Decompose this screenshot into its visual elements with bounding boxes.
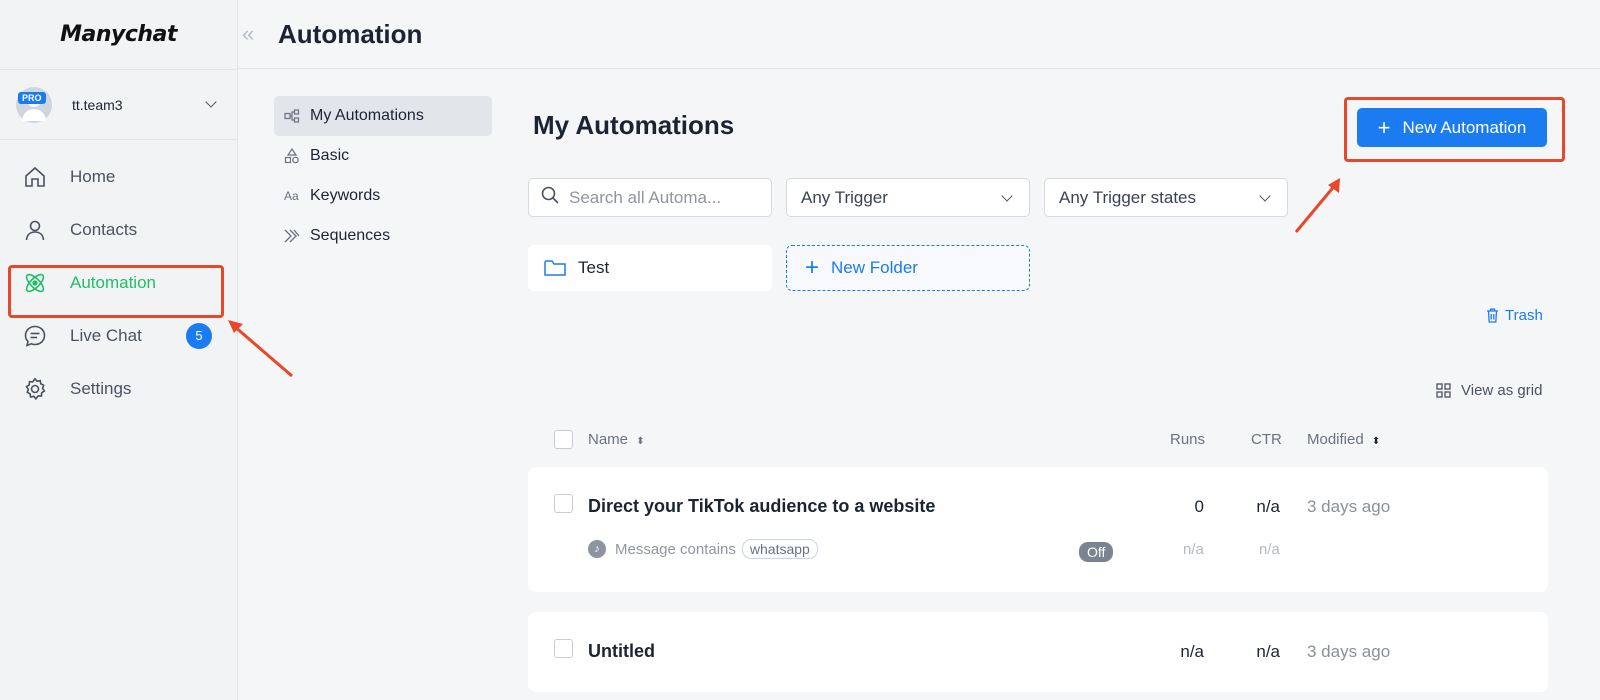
trigger-text: Message contains bbox=[615, 540, 736, 558]
trigger-states-filter-select[interactable]: Any Trigger states bbox=[1044, 178, 1288, 217]
automation-icon bbox=[22, 270, 48, 296]
subnav-item-my-automations[interactable]: My Automations bbox=[274, 96, 492, 136]
subnav-item-basic[interactable]: Basic bbox=[274, 136, 492, 176]
collapse-sidebar-icon[interactable]: « bbox=[242, 21, 264, 47]
manychat-logo[interactable]: Manychat bbox=[0, 0, 237, 70]
automation-name[interactable]: Direct your TikTok audience to a website bbox=[588, 496, 935, 517]
section-title: My Automations bbox=[533, 110, 735, 140]
column-ctr-header: CTR bbox=[1251, 431, 1282, 448]
unread-count-badge: 5 bbox=[186, 322, 212, 349]
account-name: tt.team3 bbox=[72, 96, 123, 113]
trash-label: Trash bbox=[1505, 307, 1543, 324]
nav-label: Home bbox=[70, 166, 116, 186]
sub-runs-value: n/a bbox=[1183, 541, 1204, 558]
home-icon bbox=[22, 164, 48, 190]
nav-item-settings[interactable]: Settings bbox=[0, 362, 237, 415]
page-title: Automation bbox=[278, 18, 423, 49]
grid-icon bbox=[1436, 383, 1451, 398]
account-switcher[interactable]: PRO tt.team3 bbox=[0, 70, 237, 140]
view-as-grid-toggle[interactable]: View as grid bbox=[1436, 382, 1542, 399]
trash-link[interactable]: Trash bbox=[1486, 307, 1543, 324]
sequence-icon bbox=[284, 229, 300, 243]
row-checkbox[interactable] bbox=[554, 494, 573, 513]
plus-icon: + bbox=[805, 254, 820, 281]
ctr-value: n/a bbox=[1256, 497, 1280, 516]
nav-label: Automation bbox=[70, 272, 156, 292]
modified-value: 3 days ago bbox=[1307, 642, 1391, 661]
view-as-grid-label: View as grid bbox=[1461, 382, 1543, 399]
new-automation-button[interactable]: + New Automation bbox=[1357, 108, 1547, 147]
select-all-checkbox[interactable] bbox=[554, 430, 573, 449]
keyword-tag: whatsapp bbox=[741, 539, 818, 559]
sub-ctr-value: n/a bbox=[1259, 541, 1280, 558]
automation-name[interactable]: Untitled bbox=[588, 641, 655, 662]
column-label: Modified bbox=[1307, 431, 1364, 448]
subnav-label: Sequences bbox=[310, 227, 391, 244]
nav-label: Settings bbox=[70, 378, 132, 398]
trigger-states-filter-value: Any Trigger states bbox=[1059, 187, 1197, 207]
subnav-item-sequences[interactable]: Sequences bbox=[274, 216, 492, 256]
runs-value: n/a bbox=[1180, 642, 1204, 661]
row-checkbox[interactable] bbox=[554, 639, 573, 658]
sort-icon: ⬍ bbox=[636, 436, 645, 447]
new-folder-label: New Folder bbox=[831, 258, 918, 277]
subnav-item-keywords[interactable]: Aa Keywords bbox=[274, 176, 492, 216]
pro-badge: PRO bbox=[18, 92, 46, 104]
search-box[interactable] bbox=[528, 178, 772, 217]
flow-icon bbox=[284, 109, 300, 123]
main-nav: Home Contacts Automation Live Chat 5 Set… bbox=[0, 140, 237, 415]
modified-value: 3 days ago bbox=[1307, 497, 1391, 516]
sidebar: Manychat PRO tt.team3 Home Contacts Auto… bbox=[0, 0, 238, 700]
status-badge[interactable]: Off bbox=[1079, 542, 1114, 562]
nav-item-automation[interactable]: Automation bbox=[0, 256, 237, 309]
automation-subnav: My Automations Basic Aa Keywords Sequenc… bbox=[274, 96, 492, 256]
gear-icon bbox=[22, 376, 48, 402]
column-modified-header[interactable]: Modified ⬍ bbox=[1307, 431, 1380, 448]
nav-item-live-chat[interactable]: Live Chat 5 bbox=[0, 309, 237, 362]
new-automation-label: New Automation bbox=[1402, 117, 1527, 137]
new-folder-button[interactable]: + New Folder bbox=[786, 245, 1030, 291]
trigger-filter-select[interactable]: Any Trigger bbox=[786, 178, 1030, 217]
sort-icon: ⬍ bbox=[1371, 436, 1381, 447]
subnav-label: Basic bbox=[310, 147, 350, 164]
ctr-value: n/a bbox=[1256, 642, 1280, 661]
trigger-summary: ♪ Message contains whatsapp bbox=[588, 539, 818, 559]
text-icon: Aa bbox=[284, 189, 299, 203]
nav-label: Live Chat bbox=[70, 325, 142, 345]
folder-name: Test bbox=[578, 258, 610, 277]
table-row[interactable]: Direct your TikTok audience to a website… bbox=[528, 467, 1548, 592]
table-header: Name ⬍ Runs CTR Modified ⬍ bbox=[528, 425, 1548, 455]
folder-icon bbox=[544, 259, 566, 277]
nav-item-contacts[interactable]: Contacts bbox=[0, 203, 237, 256]
subnav-label: Keywords bbox=[310, 187, 381, 204]
search-input[interactable] bbox=[569, 187, 749, 208]
nav-label: Contacts bbox=[70, 219, 138, 239]
chevron-down-icon bbox=[1001, 190, 1013, 202]
plus-icon: + bbox=[1377, 114, 1391, 140]
shapes-icon bbox=[284, 148, 300, 164]
annotation-arrow-new-automation bbox=[1294, 178, 1340, 233]
search-icon bbox=[541, 186, 559, 209]
runs-value: 0 bbox=[1194, 497, 1204, 516]
chevron-down-icon bbox=[205, 96, 217, 108]
nav-item-home[interactable]: Home bbox=[0, 150, 237, 203]
chat-icon bbox=[22, 323, 48, 349]
folder-item[interactable]: Test bbox=[528, 245, 772, 291]
tiktok-icon: ♪ bbox=[588, 540, 606, 558]
subnav-label: My Automations bbox=[310, 107, 424, 124]
column-name-header[interactable]: Name ⬍ bbox=[588, 431, 645, 448]
trigger-filter-value: Any Trigger bbox=[801, 187, 888, 207]
column-label: Name bbox=[588, 431, 629, 448]
person-icon bbox=[22, 217, 48, 243]
column-runs-header: Runs bbox=[1170, 431, 1206, 448]
table-row[interactable]: Untitled n/a n/a 3 days ago bbox=[528, 612, 1548, 692]
chevron-down-icon bbox=[1259, 190, 1271, 202]
trash-icon bbox=[1486, 308, 1499, 323]
page-header: « Automation bbox=[238, 0, 1600, 69]
